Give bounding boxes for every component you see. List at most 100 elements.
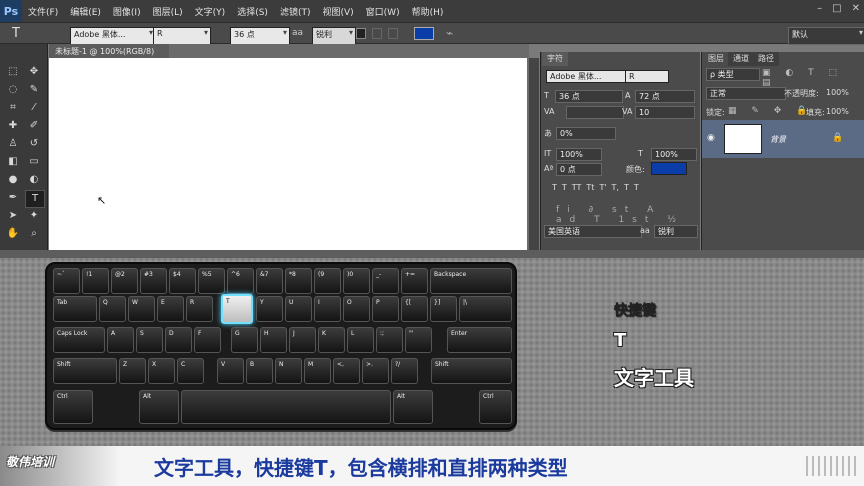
menu-view[interactable]: 视图(V) — [316, 5, 359, 18]
key-h: H — [260, 327, 287, 353]
marquee-tool-icon[interactable]: ⬚ — [4, 64, 22, 80]
underline-button[interactable]: T — [624, 183, 629, 195]
key-minus: _- — [372, 268, 399, 294]
all-caps-button[interactable]: TT — [572, 183, 582, 195]
strikethrough-button[interactable]: T — [634, 183, 639, 195]
menu-select[interactable]: 选择(S) — [231, 5, 274, 18]
horizontal-scale-icon: T — [638, 149, 643, 158]
lock-icons[interactable]: ▦ ✎ ✥ 🔒 — [728, 106, 813, 116]
layer-kind-filter[interactable]: ρ 类型 — [706, 68, 760, 81]
menu-edit[interactable]: 编辑(E) — [64, 5, 107, 18]
layer-filter-icons[interactable]: ▣ ◐ T ⬚ ▤ — [762, 68, 864, 88]
align-left-button[interactable] — [356, 28, 366, 39]
maximize-button[interactable]: □ — [832, 3, 841, 14]
minimize-button[interactable]: – — [817, 3, 822, 14]
hand-tool-icon[interactable]: ✋ — [4, 226, 22, 242]
key-enter: Enter — [447, 327, 512, 353]
history-brush-icon[interactable]: ↺ — [25, 136, 43, 152]
char-antialias[interactable]: 锐利 — [654, 225, 698, 238]
char-kerning[interactable] — [566, 106, 624, 119]
char-font-style[interactable]: R — [625, 70, 669, 83]
font-size-select[interactable]: 36 点 — [230, 27, 290, 45]
opacity-value[interactable]: 100% — [826, 88, 849, 97]
key-slash: ?/ — [391, 358, 418, 384]
key-n: N — [275, 358, 302, 384]
menu-filter[interactable]: 滤镜(T) — [274, 5, 317, 18]
warp-text-icon[interactable]: ⌁ — [446, 26, 453, 40]
char-font-family[interactable]: Adobe 黑体... — [546, 70, 626, 83]
lasso-tool-icon[interactable]: ◌ — [4, 82, 22, 98]
superscript-button[interactable]: T' — [599, 183, 606, 195]
char-leading[interactable]: 72 点 — [635, 90, 695, 103]
gradient-tool-icon[interactable]: ▭ — [25, 154, 43, 170]
char-tsume[interactable]: 0% — [556, 127, 616, 140]
vertical-scrollbar[interactable] — [529, 58, 539, 250]
blend-mode-select[interactable]: 正常 — [706, 87, 786, 100]
tab-channels[interactable]: 通道 — [728, 52, 754, 66]
menu-layer[interactable]: 图层(L) — [147, 5, 189, 18]
type-tool-preset-icon[interactable]: T — [12, 26, 20, 41]
move-tool-icon[interactable]: ✥ — [25, 64, 43, 80]
char-language[interactable]: 美国英语 — [544, 225, 642, 238]
layer-name[interactable]: 背景 — [770, 134, 786, 145]
align-right-button[interactable] — [388, 28, 398, 39]
menu-file[interactable]: 文件(F) — [22, 5, 64, 18]
font-family-select[interactable]: Adobe 黑体... — [70, 27, 156, 45]
layer-visibility-icon[interactable]: ◉ — [707, 133, 715, 143]
char-color-swatch[interactable] — [651, 162, 687, 175]
watermark-mark — [806, 456, 858, 476]
tracking-icon: VA — [622, 107, 633, 116]
subscript-button[interactable]: T, — [612, 183, 619, 195]
font-style-select[interactable]: R — [153, 27, 211, 45]
opentype-buttons[interactable]: fi ∂ st A ad T 1st ½ — [556, 205, 686, 225]
char-tracking[interactable]: 10 — [635, 106, 695, 119]
menu-window[interactable]: 窗口(W) — [360, 5, 406, 18]
key-f: F — [194, 327, 221, 353]
canvas[interactable]: ↖ — [49, 58, 527, 250]
key-capslock: Caps Lock — [53, 327, 105, 353]
tab-layers[interactable]: 图层 — [703, 52, 729, 66]
font-size-icon: T — [544, 91, 549, 100]
tab-character[interactable]: 字符 — [542, 52, 568, 66]
lock-label: 锁定: — [706, 108, 725, 117]
key-8: *8 — [285, 268, 312, 294]
brush-tool-icon[interactable]: ✐ — [25, 118, 43, 134]
faux-italic-button[interactable]: T — [562, 183, 567, 195]
menu-help[interactable]: 帮助(H) — [406, 5, 450, 18]
menu-type[interactable]: 文字(Y) — [189, 5, 232, 18]
type-tool-icon[interactable]: T — [25, 190, 45, 208]
healing-brush-icon[interactable]: ✚ — [4, 118, 22, 134]
char-vscale[interactable]: 100% — [556, 148, 602, 161]
small-caps-button[interactable]: Tt — [586, 183, 594, 195]
text-color-swatch[interactable] — [414, 27, 434, 40]
workspace-select[interactable]: 默认 — [788, 27, 864, 45]
align-center-button[interactable] — [372, 28, 382, 39]
key-v: V — [217, 358, 244, 384]
key-shift-right: Shift — [431, 358, 512, 384]
eraser-tool-icon[interactable]: ◧ — [4, 154, 22, 170]
layer-thumbnail — [724, 124, 762, 154]
char-size[interactable]: 36 点 — [555, 90, 623, 103]
fill-value[interactable]: 100% — [826, 107, 849, 116]
quick-select-icon[interactable]: ✎ — [25, 82, 43, 98]
char-baseline[interactable]: 0 点 — [556, 163, 602, 176]
faux-bold-button[interactable]: T — [552, 183, 557, 195]
path-select-icon[interactable]: ➤ — [4, 208, 22, 224]
key-i: I — [314, 296, 341, 322]
close-window-button[interactable]: ✕ — [852, 3, 860, 14]
document-tab[interactable]: 未标题-1 @ 100%(RGB/8) × — [49, 44, 169, 66]
menu-image[interactable]: 图像(I) — [107, 5, 147, 18]
zoom-tool-icon[interactable]: ⌕ — [25, 226, 43, 242]
pen-tool-icon[interactable]: ✒ — [4, 190, 22, 206]
antialias-select[interactable]: 锐利 — [312, 27, 356, 45]
key-z: Z — [119, 358, 146, 384]
crop-tool-icon[interactable]: ⌗ — [4, 100, 22, 116]
tab-paths[interactable]: 路径 — [753, 52, 779, 66]
subtitle-text: 文字工具，快捷键T，包含横排和直排两种类型 — [154, 456, 568, 480]
shape-tool-icon[interactable]: ✦ — [25, 208, 43, 224]
stamp-tool-icon[interactable]: ♙ — [4, 136, 22, 152]
dodge-tool-icon[interactable]: ◐ — [25, 172, 43, 188]
char-hscale[interactable]: 100% — [651, 148, 697, 161]
blur-tool-icon[interactable]: ● — [4, 172, 22, 188]
eyedropper-icon[interactable]: ⁄ — [25, 100, 43, 116]
